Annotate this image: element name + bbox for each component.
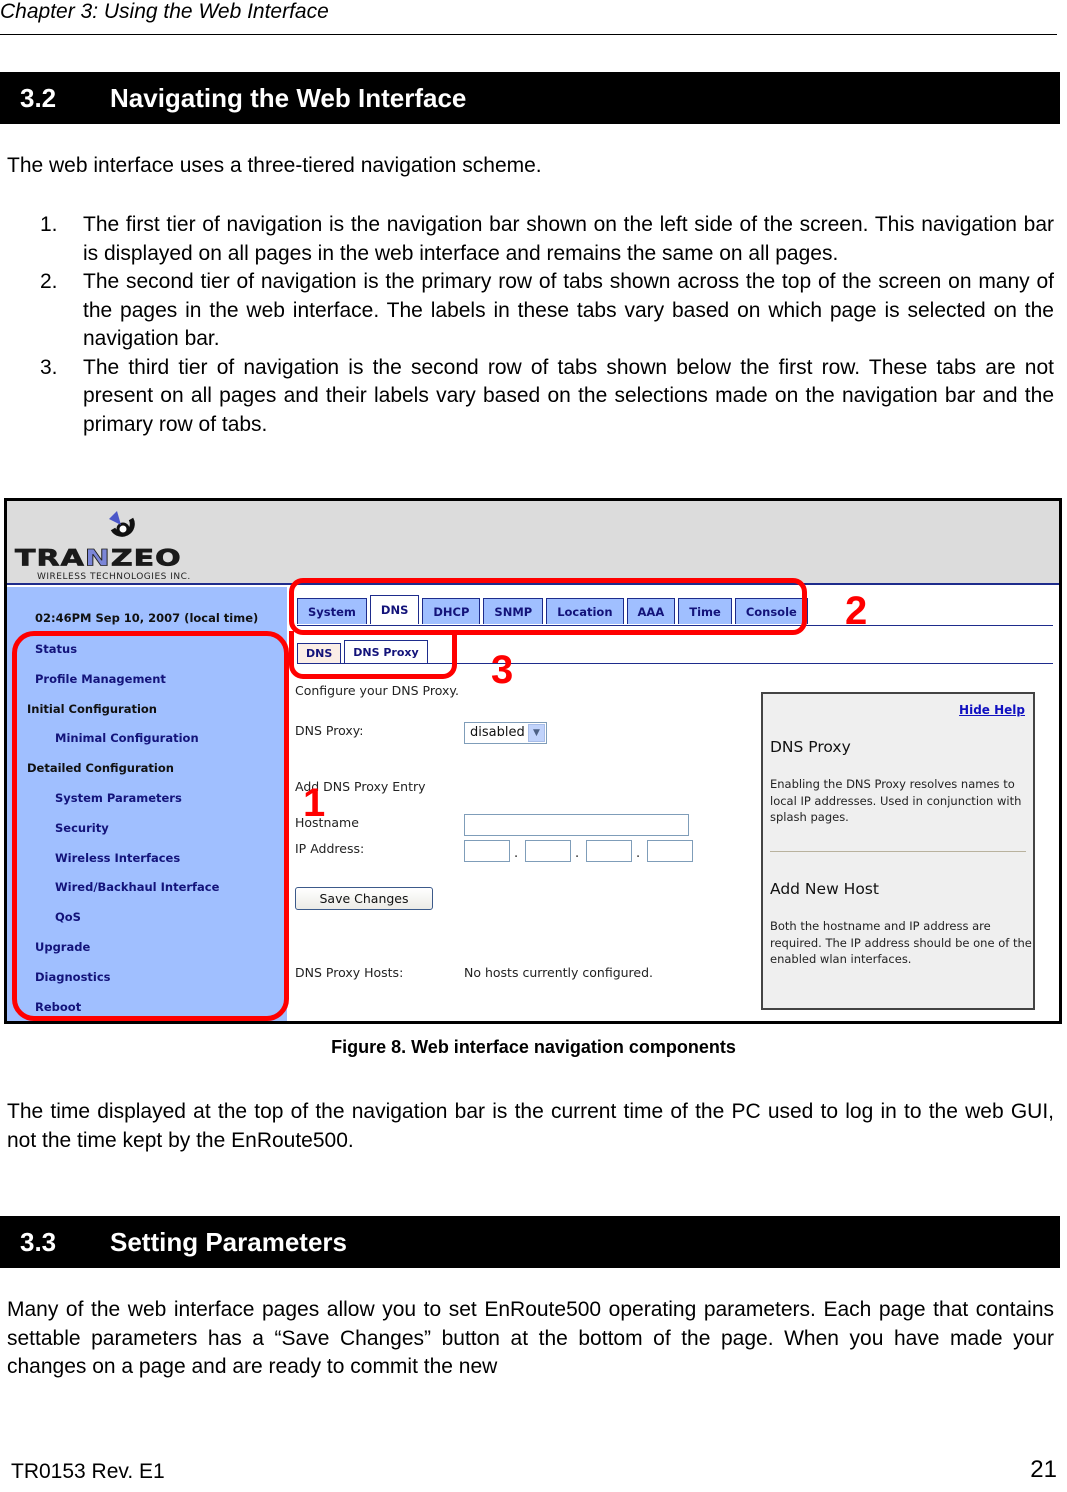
section-title: Setting Parameters [110,1226,347,1257]
section-heading-3-2: 3.2 Navigating the Web Interface [0,72,1060,124]
form-intro: Configure your DNS Proxy. [295,683,459,698]
help-heading-add-host: Add New Host [770,880,879,898]
ip-address-label: IP Address: [295,841,365,856]
help-panel: Hide Help DNS Proxy Enabling the DNS Pro… [761,692,1035,1010]
ip-octet-2-input[interactable] [525,840,571,862]
antenna-logo-icon [109,511,135,537]
intro-paragraph: The web interface uses a three-tiered na… [7,154,542,177]
web-interface-figure: TRANZEO WIRELESS TECHNOLOGIES INC. 02:46… [4,498,1062,1024]
hide-help-link[interactable]: Hide Help [959,703,1025,717]
time-note-paragraph: The time displayed at the top of the nav… [7,1100,1054,1152]
help-heading-dns-proxy: DNS Proxy [770,738,851,756]
logo-tagline: WIRELESS TECHNOLOGIES INC. [37,572,191,582]
local-time: 02:46PM Sep 10, 2007 (local time) [35,611,259,625]
section-heading-3-3: 3.3 Setting Parameters [0,1216,1060,1268]
section-number: 3.2 [20,82,57,113]
dns-proxy-label: DNS Proxy: [295,723,364,738]
callout-number-2: 2 [845,589,868,633]
header-rule [0,34,1057,35]
list-marker: 2. [40,270,58,293]
callout-box-1 [12,631,289,1021]
callout-box-3 [289,631,457,679]
section-title: Navigating the Web Interface [110,82,467,113]
parameters-paragraph: Many of the web interface pages allow yo… [7,1298,1054,1378]
help-divider [770,851,1026,852]
ip-separator: . [636,846,641,861]
list-item-text: The first tier of navigation is the navi… [83,213,1054,265]
navigation-tier-list: 1. The first tier of navigation is the na… [40,211,1054,439]
callout-number-1: 1 [303,781,326,825]
running-head: Chapter 3: Using the Web Interface [0,0,329,23]
figure-caption: Figure 8. Web interface navigation compo… [331,1037,736,1057]
ip-octet-4-input[interactable] [647,840,693,862]
help-text-dns-proxy: Enabling the DNS Proxy resolves names to… [770,777,1022,824]
page-number: 21 [1030,1456,1057,1483]
dns-proxy-select[interactable]: disabled ▼ [464,722,547,744]
chevron-down-icon[interactable]: ▼ [528,724,545,742]
logo-wordmark: TRANZEO [15,545,182,572]
dns-proxy-hosts-value: No hosts currently configured. [464,965,654,980]
dns-proxy-value: disabled [470,725,525,740]
callout-box-2 [289,578,807,635]
ip-octet-1-input[interactable] [464,840,510,862]
ip-separator: . [514,846,519,861]
dns-proxy-hosts-label: DNS Proxy Hosts: [295,965,404,980]
list-marker: 3. [40,355,58,379]
list-item-text: The second tier of navigation is the pri… [83,270,1054,350]
list-marker: 1. [40,213,58,236]
document-id: TR0153 Rev. E1 [11,1460,165,1483]
help-text-add-host: Both the hostname and IP address are req… [770,919,1032,966]
save-changes-button[interactable]: Save Changes [295,887,433,910]
list-item: 3. The third tier of navigation is the se… [40,354,1054,440]
tranzeo-logo: TRANZEO WIRELESS TECHNOLOGIES INC. [15,507,235,585]
hostname-input[interactable] [464,814,689,836]
callout-number-3: 3 [491,648,514,692]
ip-separator: . [575,846,580,861]
web-header: TRANZEO WIRELESS TECHNOLOGIES INC. [7,501,1059,585]
section-number: 3.3 [20,1226,57,1257]
ip-octet-3-input[interactable] [586,840,632,862]
list-item: 2. The second tier of navigation is the p… [40,268,1054,354]
list-item: 1. The first tier of navigation is the na… [40,211,1054,268]
list-item-text: The third tier of navigation is the seco… [83,355,1054,436]
